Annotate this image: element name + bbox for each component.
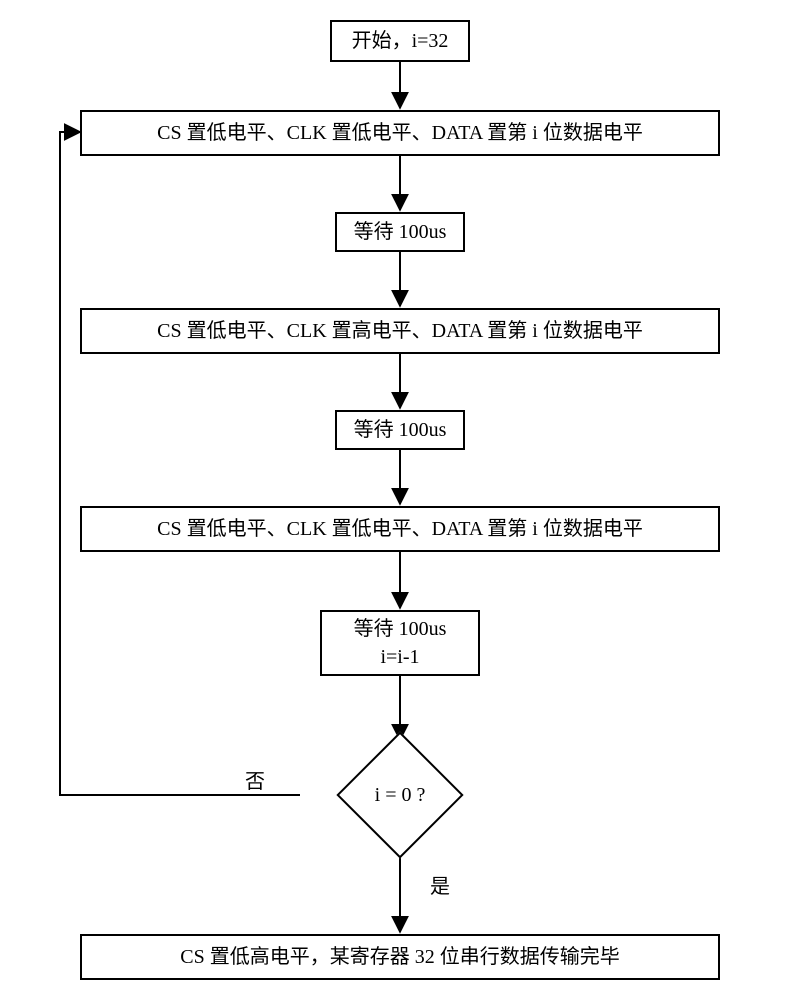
- node-step3-label: CS 置低电平、CLK 置低电平、DATA 置第 i 位数据电平: [157, 515, 643, 543]
- node-wait2: 等待 100us: [335, 410, 465, 450]
- node-step1: CS 置低电平、CLK 置低电平、DATA 置第 i 位数据电平: [80, 110, 720, 156]
- node-wait3: 等待 100us i=i-1: [320, 610, 480, 676]
- node-step2-label: CS 置低电平、CLK 置高电平、DATA 置第 i 位数据电平: [157, 317, 643, 345]
- node-wait3-label: 等待 100us i=i-1: [354, 615, 447, 671]
- edge-no-label: 否: [245, 765, 265, 794]
- node-start: 开始，i=32: [330, 20, 470, 62]
- node-decision-label: i = 0 ?: [300, 740, 500, 850]
- node-start-label: 开始，i=32: [352, 27, 449, 55]
- node-end: CS 置低高电平，某寄存器 32 位串行数据传输完毕: [80, 934, 720, 980]
- node-step2: CS 置低电平、CLK 置高电平、DATA 置第 i 位数据电平: [80, 308, 720, 354]
- node-step3: CS 置低电平、CLK 置低电平、DATA 置第 i 位数据电平: [80, 506, 720, 552]
- edge-yes-label: 是: [430, 870, 450, 899]
- node-wait2-label: 等待 100us: [354, 416, 447, 444]
- node-wait1-label: 等待 100us: [354, 218, 447, 246]
- node-step1-label: CS 置低电平、CLK 置低电平、DATA 置第 i 位数据电平: [157, 119, 643, 147]
- node-end-label: CS 置低高电平，某寄存器 32 位串行数据传输完毕: [180, 943, 619, 971]
- node-wait1: 等待 100us: [335, 212, 465, 252]
